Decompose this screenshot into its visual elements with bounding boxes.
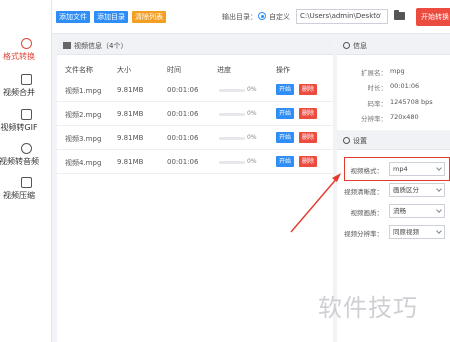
watermark: 软件技巧 bbox=[318, 294, 418, 322]
app-window: 格式转换 视频合并 视频转GIF 视频转音频 视频压缩 添加文件 添加目录 清除… bbox=[0, 0, 450, 342]
